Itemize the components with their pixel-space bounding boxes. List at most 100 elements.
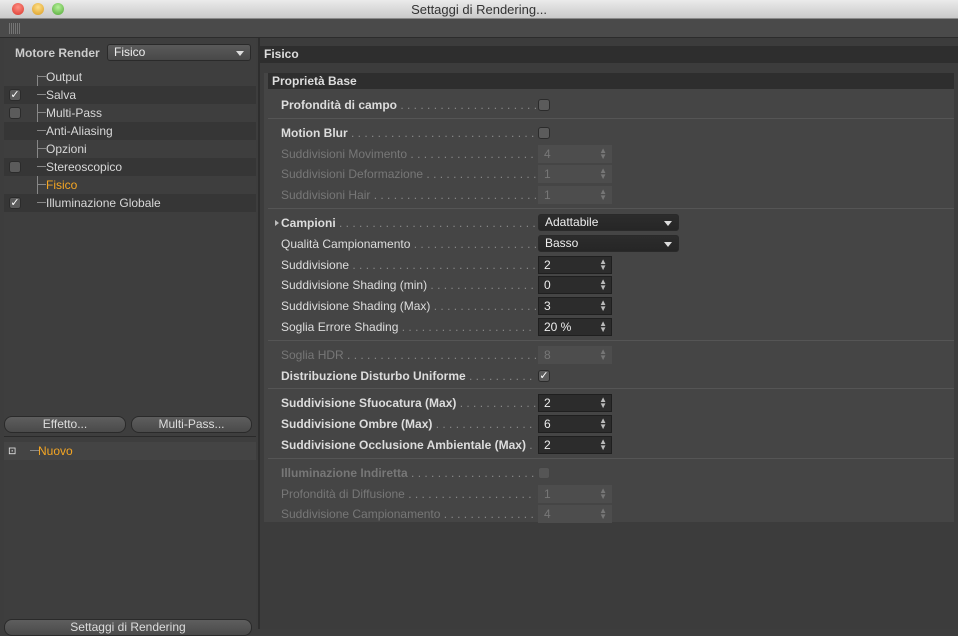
number-input[interactable]: 2 ▲ ▼ (538, 436, 612, 454)
number-value: 1 (544, 486, 551, 501)
property-row: Suddivisione 2 ▲▼ (264, 255, 954, 275)
stepper-icon[interactable]: ▲ ▼ (599, 167, 607, 181)
property-label: Suddivisione Sfuocatura (Max) (281, 396, 536, 410)
tree-line (37, 68, 46, 77)
separator (268, 388, 954, 390)
property-row: Suddivisione Occlusione Ambientale (Max)… (264, 435, 954, 455)
expand-arrow-icon[interactable] (275, 220, 279, 226)
property-label: Suddivisione Ombre (Max) (281, 417, 536, 431)
property-checkbox[interactable] (538, 126, 550, 139)
separator (268, 117, 954, 119)
number-input: 4 ▲ ▼ (538, 144, 612, 163)
stepper-icon[interactable]: ▲ ▼ (599, 486, 607, 500)
settings-item[interactable]: Output (4, 68, 256, 86)
chevron-down-icon (236, 51, 244, 56)
preset-item[interactable]: ⊡ Nuovo (4, 442, 256, 460)
property-row: Campioni Adattabile (264, 213, 954, 233)
number-value: 1 (544, 188, 551, 203)
property-row: Suddivisioni Movimento 4 ▲▼ (264, 144, 954, 164)
property-label: Suddivisione Occlusione Ambientale (Max) (281, 438, 536, 452)
property-row: Soglia Errore Shading 20 % ▲▼ (264, 317, 954, 337)
stepper-icon[interactable]: ▲ ▼ (599, 146, 607, 160)
render-settings-button[interactable]: Settaggi di Rendering (4, 619, 252, 636)
tree-line (37, 104, 46, 113)
number-value: 8 (544, 347, 551, 362)
number-value: 4 (544, 507, 551, 522)
property-checkbox (538, 466, 550, 479)
right-panel: Fisico Proprietà Base Profondità di camp… (258, 38, 958, 629)
checkbox[interactable] (9, 107, 21, 119)
property-label: Suddivisione Shading (Max) (281, 299, 536, 313)
preset-label: Nuovo (38, 444, 73, 458)
property-label: Motion Blur (281, 126, 536, 140)
property-row: Qualità Campionamento Basso (264, 234, 954, 254)
multipass-button[interactable]: Multi-Pass... (131, 416, 252, 433)
settings-item[interactable]: Multi-Pass (4, 104, 256, 122)
stepper-icon[interactable]: ▲ ▼ (599, 396, 607, 410)
number-input: 1 ▲ ▼ (538, 484, 612, 503)
property-label: Suddivisioni Movimento (281, 147, 536, 161)
checkbox-checked[interactable]: ✓ (9, 197, 21, 209)
property-dropdown[interactable]: Basso (538, 234, 679, 252)
grip-icon[interactable] (9, 23, 20, 34)
property-row: Suddivisione Shading (Max) 3 ▲▼ (264, 296, 954, 316)
property-row: Distribuzione Disturbo Uniforme✓ (264, 366, 954, 386)
preset-icon: ⊡ (8, 446, 17, 457)
settings-item[interactable]: Fisico (4, 176, 256, 194)
property-label: Profondità di campo (281, 98, 536, 112)
property-label: Suddivisioni Deformazione (281, 167, 536, 181)
separator (268, 457, 954, 459)
property-checkbox[interactable] (538, 99, 550, 111)
zoom-button[interactable] (52, 3, 64, 15)
separator (268, 208, 954, 209)
number-input[interactable]: 2 ▲ ▼ (538, 394, 612, 413)
stepper-icon[interactable]: ▲ ▼ (599, 438, 607, 452)
stepper-icon[interactable]: ▲ ▼ (599, 507, 607, 521)
settings-item[interactable]: Stereoscopico (4, 158, 256, 176)
number-input: 4 ▲ ▼ (538, 505, 612, 524)
stepper-icon[interactable]: ▲ ▼ (599, 299, 607, 313)
number-input: 8 ▲ ▼ (538, 345, 612, 364)
settings-item[interactable]: Anti-Aliasing (4, 122, 256, 140)
close-button[interactable] (12, 3, 24, 15)
stepper-icon[interactable]: ▲ ▼ (599, 320, 607, 334)
property-label: Distribuzione Disturbo Uniforme (281, 369, 536, 383)
number-value: 3 (544, 299, 551, 314)
group-header: Proprietà Base (268, 73, 954, 89)
number-input[interactable]: 20 % ▲ ▼ (538, 318, 612, 336)
settings-item[interactable]: ✓ Illuminazione Globale (4, 194, 256, 212)
minimize-button[interactable] (32, 3, 44, 15)
settings-item[interactable]: Opzioni (4, 140, 256, 158)
property-row: Suddivisione Shading (min) 0 ▲▼ (264, 275, 954, 295)
settings-item[interactable]: ✓ Salva (4, 86, 256, 104)
property-label: Suddivisione Shading (min) (281, 278, 536, 292)
property-checkbox[interactable]: ✓ (538, 369, 550, 382)
property-label: Qualità Campionamento (281, 237, 536, 251)
stepper-icon[interactable]: ▲ ▼ (599, 347, 607, 361)
number-input: 1 ▲ ▼ (538, 186, 612, 205)
property-label: Campioni (281, 216, 536, 230)
number-value: 0 (544, 278, 551, 293)
checkbox[interactable] (9, 161, 21, 173)
stepper-icon[interactable]: ▲ ▼ (599, 417, 607, 431)
effect-button[interactable]: Effetto... (4, 416, 126, 433)
property-row: Motion Blur (264, 123, 954, 143)
number-input[interactable]: 3 ▲ ▼ (538, 297, 612, 316)
stepper-icon[interactable]: ▲ ▼ (599, 257, 607, 271)
settings-item-label: Opzioni (46, 142, 87, 156)
property-row: Profondità di Diffusione 1 ▲▼ (264, 484, 954, 504)
renderer-dropdown[interactable]: Fisico (107, 44, 251, 61)
property-dropdown[interactable]: Adattabile (538, 214, 679, 231)
number-input[interactable]: 2 ▲ ▼ (538, 255, 612, 274)
number-value: 2 (544, 438, 551, 452)
number-input[interactable]: 0 ▲ ▼ (538, 276, 612, 295)
chevron-down-icon (664, 221, 672, 226)
number-value: 2 (544, 396, 551, 411)
number-input[interactable]: 6 ▲ ▼ (538, 415, 612, 434)
stepper-icon[interactable]: ▲ ▼ (599, 188, 607, 202)
stepper-icon[interactable]: ▲ ▼ (599, 278, 607, 292)
divider (4, 436, 256, 437)
settings-item-label: Fisico (46, 178, 78, 192)
window-title: Settaggi di Rendering... (411, 2, 547, 17)
checkbox-checked[interactable]: ✓ (9, 89, 21, 101)
